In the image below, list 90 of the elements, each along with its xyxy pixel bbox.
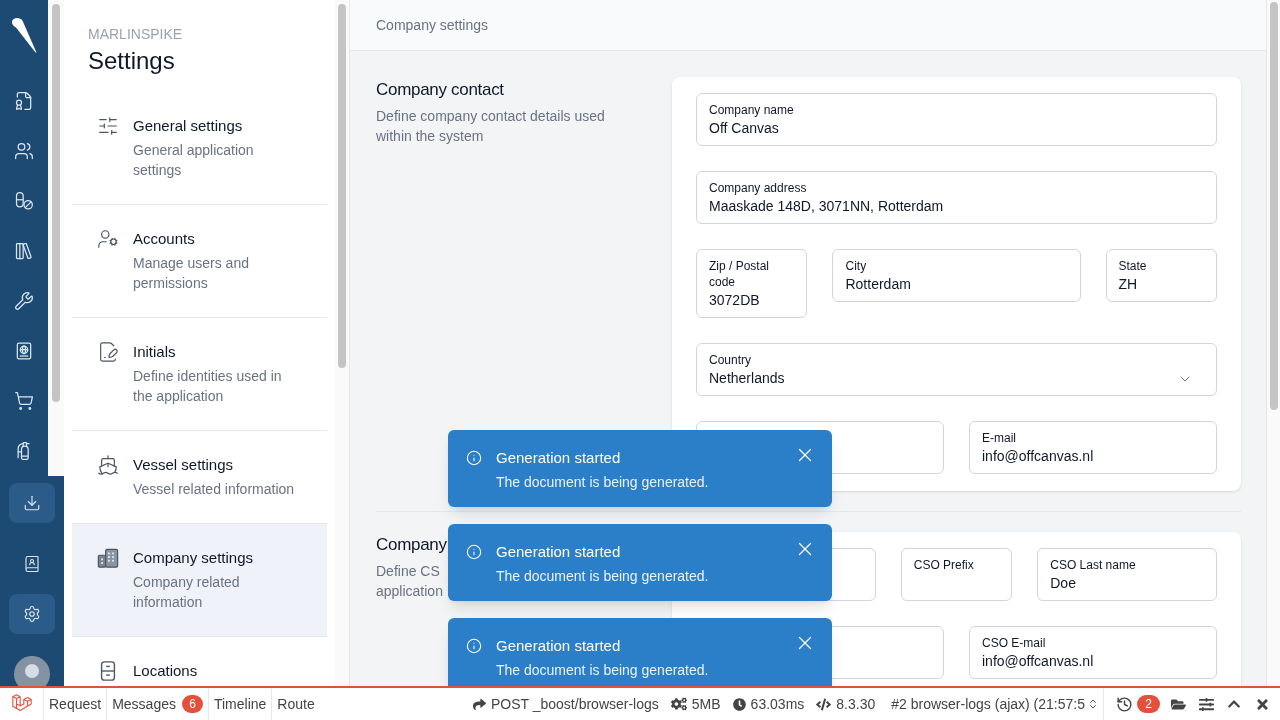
avatar[interactable] [14, 656, 50, 686]
debug-stat: 63.03ms [750, 695, 805, 714]
nav-item-title: Company settings [133, 548, 254, 568]
books-icon [14, 241, 34, 261]
toast-title: Generation started [496, 542, 621, 562]
info-icon [466, 450, 482, 466]
field-label: E-mail [982, 430, 1016, 446]
caret-icon [1087, 698, 1099, 710]
input-field[interactable]: CSO E-mail info@offcanvas.nl [969, 626, 1217, 679]
nav-button[interactable] [9, 483, 55, 523]
count-badge: 2 [1137, 695, 1160, 713]
document-pen-icon [97, 341, 119, 363]
section-title: Company [376, 534, 447, 556]
field-label: CSO Prefix [913, 557, 974, 573]
section-title: Company contact [376, 79, 504, 101]
input-field[interactable]: State ZH [1105, 249, 1217, 302]
select-field[interactable]: Country Netherlands [696, 343, 1217, 396]
history-icon [1116, 695, 1133, 713]
users-icon [14, 141, 34, 161]
scrollbar-thumb[interactable] [1270, 2, 1278, 410]
brand-label: MARLINSPIKE [88, 25, 183, 44]
nav-item-description: Vessel related information [133, 480, 295, 499]
wrench-icon [14, 291, 34, 311]
contact-book-icon [23, 555, 41, 573]
field-label: Company address [709, 180, 807, 196]
debug-stat: 5MB [691, 695, 721, 714]
capsule-ban-icon [14, 191, 34, 211]
info-icon [466, 638, 482, 654]
ship-icon [97, 454, 119, 476]
scrollbar-thumb[interactable] [338, 4, 346, 368]
sidebar-title: Settings [88, 46, 175, 76]
spike-logo [11, 17, 37, 53]
sliders-icon [1198, 696, 1214, 712]
scrollbar-thumb[interactable] [52, 4, 60, 402]
count-badge: 6 [181, 695, 203, 713]
clock-icon [732, 697, 746, 711]
debug-tab[interactable]: Messages 6 [107, 688, 209, 720]
toast-title: Generation started [496, 448, 621, 468]
nav-item-title: General settings [133, 116, 243, 136]
cart-icon [14, 391, 34, 411]
settings-nav-item[interactable]: Company settings Company related information [72, 523, 327, 636]
nav-item-description: Company related information [133, 573, 241, 612]
history-button[interactable]: 2 [1112, 695, 1164, 713]
nav-item-description: Manage users and permissions [133, 254, 250, 293]
field-label: State [1118, 258, 1147, 274]
document-badge-icon [14, 91, 34, 111]
globe-book-icon [14, 341, 34, 361]
input-field[interactable]: CSO Prefix [900, 548, 1013, 601]
field-label: City [845, 258, 867, 274]
debug-stat: POST _boost/browser-logs [490, 695, 659, 714]
page-title: Company settings [376, 16, 489, 35]
nav-item-title: Vessel settings [133, 455, 234, 475]
section-description: Define company contact details used within the system [376, 107, 606, 146]
input-field[interactable]: CSO Last name Doe [1037, 548, 1217, 601]
info-icon [466, 544, 482, 560]
toast-message: The document is being generated. [496, 473, 709, 492]
debug-tab[interactable]: Route [272, 688, 320, 720]
download-icon [23, 494, 41, 512]
field-label: CSO E-mail [982, 635, 1046, 651]
settings-icon [23, 605, 41, 623]
request-select[interactable]: #2 browser-logs (ajax) (21:57:5 [891, 694, 1103, 714]
input-field[interactable]: Company address Maaskade 148D, 3071NN, Rotterdam [696, 171, 1217, 224]
nav-item-title: Initials [133, 342, 176, 362]
toast-title: Generation started [496, 636, 621, 656]
input-field[interactable]: Zip / Postal code 3072DB [696, 249, 808, 318]
user-gear-icon [97, 228, 119, 250]
field-label: Country [709, 352, 752, 368]
debug-stat: 8.3.30 [836, 695, 876, 714]
field-label: CSO Last name [1050, 557, 1136, 573]
nav-item-title: Accounts [133, 229, 195, 249]
field-label: Company name [709, 102, 794, 118]
input-field[interactable]: City Rotterdam [832, 249, 1081, 302]
share-arrow-icon [472, 697, 486, 711]
toast-message: The document is being generated. [496, 567, 709, 586]
nav-button[interactable] [9, 594, 55, 634]
debug-tab[interactable]: Request [44, 688, 108, 720]
input-field[interactable]: Company name Off Canvas [696, 93, 1217, 146]
nav-item-title: Locations [133, 661, 198, 681]
section-description: Define CS [376, 562, 440, 581]
toast-message: The document is being generated. [496, 661, 709, 680]
input-field[interactable]: E-mail info@offcanvas.nl [969, 421, 1217, 474]
section-description: application [376, 582, 443, 601]
gears-icon [670, 696, 687, 712]
nav-item-description: General application settings [133, 141, 255, 180]
nav-item-description: Define identities used in the application [133, 367, 283, 406]
buildings-icon [97, 547, 119, 569]
debug-tab[interactable]: Timeline [208, 688, 273, 720]
field-label: Zip / Postal code [709, 258, 771, 290]
sliders-icon [97, 115, 119, 137]
code-icon [816, 696, 832, 712]
